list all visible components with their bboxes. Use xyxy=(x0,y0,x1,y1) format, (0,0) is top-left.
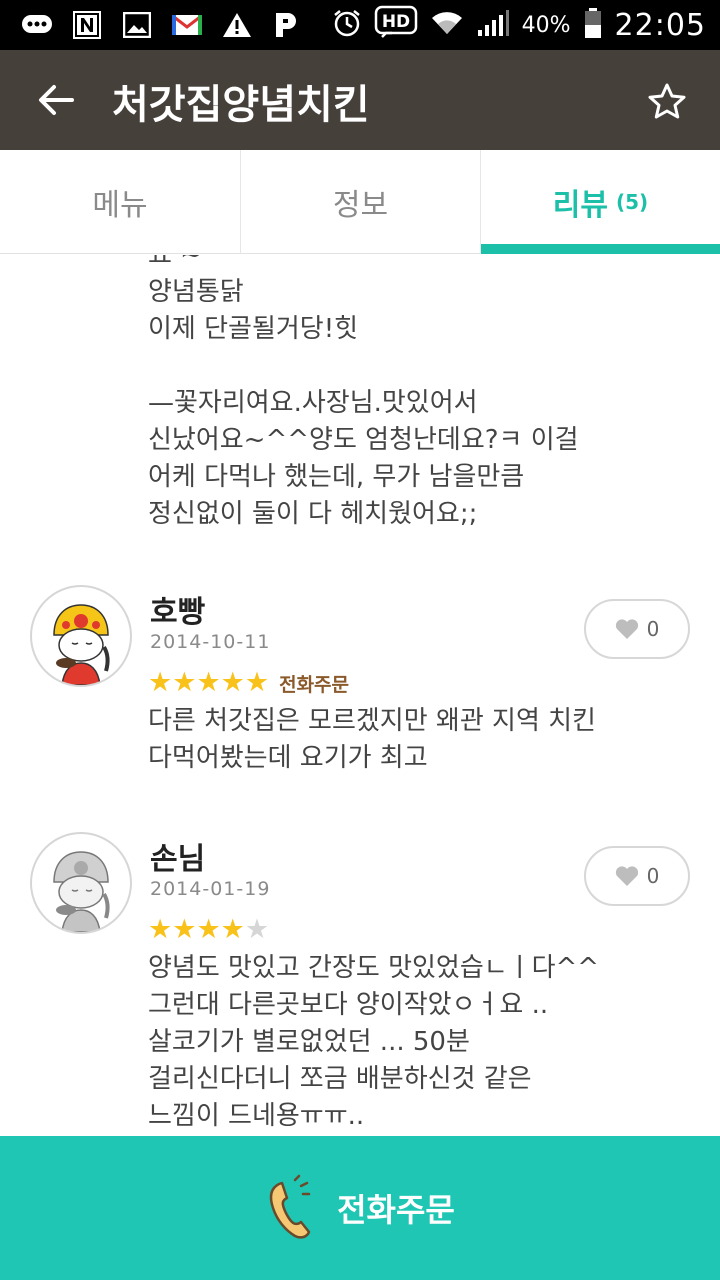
review-count: (5) xyxy=(616,190,649,214)
battery-percent: 40% xyxy=(521,12,571,38)
tab-label: 정보 xyxy=(332,188,389,223)
star-icon: ★ xyxy=(220,914,245,945)
review-text: 양념도 맛있고 간장도 맛있었습ㄴㅣ다^^ 그런대 다른곳보다 양이작았ㅇㅓ요 … xyxy=(148,953,600,1131)
heart-icon xyxy=(615,619,638,639)
star-icon: ★ xyxy=(196,914,221,945)
tab-reviews[interactable]: 리뷰 (5) xyxy=(480,150,720,254)
star-icon: ★ xyxy=(244,914,270,945)
back-button[interactable] xyxy=(30,74,82,126)
rating-stars: ★ ★ ★ ★ ★ 전화주문 xyxy=(148,669,349,697)
like-button[interactable]: 0 xyxy=(584,846,690,906)
star-icon: ★ xyxy=(244,667,270,698)
reviewer-name: 손님 xyxy=(150,842,206,877)
reviewer-name: 호빵 xyxy=(150,595,206,630)
signal-icon xyxy=(476,8,510,42)
tab-label: 리뷰 xyxy=(552,188,608,223)
star-icon: ★ xyxy=(220,667,245,698)
clock: 22:05 xyxy=(614,7,706,43)
phone-icon xyxy=(269,1174,311,1239)
battery-icon xyxy=(583,7,603,43)
star-icon: ★ xyxy=(196,667,221,698)
heart-icon xyxy=(615,866,638,886)
notification-icons xyxy=(20,6,304,44)
like-button[interactable]: 0 xyxy=(584,599,690,659)
star-outline-icon xyxy=(648,83,686,119)
avatar xyxy=(30,832,132,934)
like-count: 0 xyxy=(646,617,660,641)
review-date: 2014-01-19 xyxy=(150,878,271,900)
rating-stars: ★ ★ ★ ★ ★ xyxy=(148,916,269,944)
tab-bar: 메뉴 정보 리뷰 (5) xyxy=(0,150,720,254)
image-icon xyxy=(120,9,154,41)
warning-icon xyxy=(220,9,254,41)
review-list[interactable]: 요 ~ 양념통닭 이제 단골될거당!힛 —꽃자리여요.사장님.맛있어서 신났어요… xyxy=(0,255,720,1135)
star-icon: ★ xyxy=(148,667,173,698)
mail-icon xyxy=(170,9,204,41)
order-type-badge: 전화주문 xyxy=(279,673,350,696)
app-bar: 처갓집양념치킨 xyxy=(0,50,720,150)
star-icon: ★ xyxy=(148,914,173,945)
favorite-button[interactable] xyxy=(642,76,692,126)
star-icon: ★ xyxy=(172,667,197,698)
colored-character-avatar xyxy=(53,604,110,685)
grey-character-avatar xyxy=(53,851,110,932)
tab-label: 메뉴 xyxy=(92,188,148,223)
status-bar: HD 40% 22:05 xyxy=(0,0,720,50)
alarm-icon xyxy=(332,8,362,42)
tab-info[interactable]: 정보 xyxy=(240,150,480,254)
arrow-left-icon xyxy=(39,85,74,115)
call-order-button[interactable]: 전화주문 xyxy=(0,1136,720,1280)
n-icon xyxy=(70,9,104,41)
page-title: 처갓집양념치킨 xyxy=(112,82,370,128)
partial-review-text: 요 ~ 양념통닭 이제 단골될거당!힛 —꽃자리여요.사장님.맛있어서 신났어요… xyxy=(148,255,579,529)
avatar xyxy=(30,585,132,687)
review-date: 2014-10-11 xyxy=(150,631,271,653)
review-text: 다른 처갓집은 모르겠지만 왜관 지역 치킨 다먹어봤는데 요기가 최고 xyxy=(148,706,596,773)
hd-icon: HD xyxy=(374,5,418,45)
chat-icon xyxy=(20,9,54,41)
wifi-icon xyxy=(430,8,464,42)
call-order-label: 전화주문 xyxy=(337,1191,455,1229)
p-icon xyxy=(270,9,304,41)
system-icons: HD 40% 22:05 xyxy=(332,4,706,46)
star-icon: ★ xyxy=(172,914,197,945)
like-count: 0 xyxy=(646,864,660,888)
svg-text:HD: HD xyxy=(381,12,409,32)
tab-menu[interactable]: 메뉴 xyxy=(0,150,240,254)
